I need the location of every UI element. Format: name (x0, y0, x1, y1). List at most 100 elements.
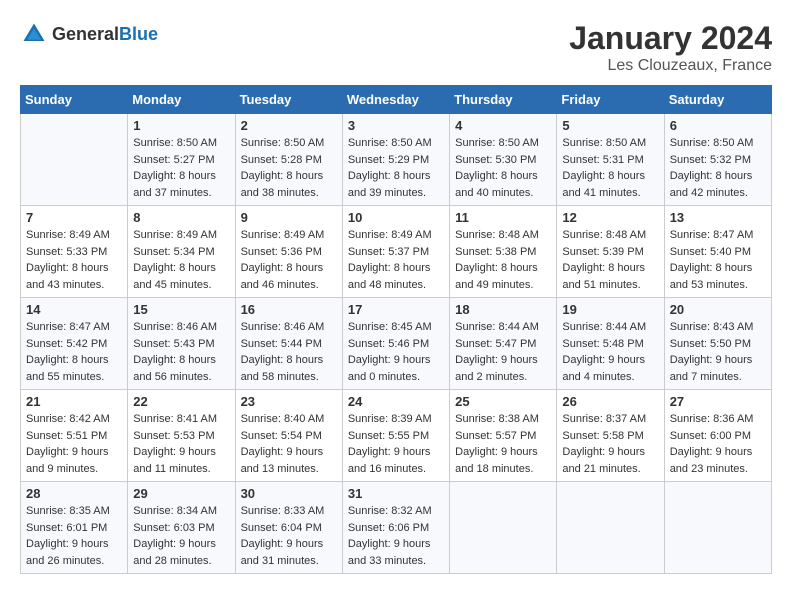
day-number: 10 (348, 210, 444, 225)
sunset-text: Sunset: 5:51 PM (26, 428, 122, 445)
day-info: Sunrise: 8:38 AMSunset: 5:57 PMDaylight:… (455, 411, 551, 477)
calendar-cell: 5 Sunrise: 8:50 AMSunset: 5:31 PMDaylight… (557, 114, 664, 206)
calendar-cell: 25Sunrise: 8:38 AMSunset: 5:57 PMDayligh… (450, 390, 557, 482)
day-number: 2 (241, 118, 337, 133)
day-number: 15 (133, 302, 229, 317)
sunrise-text: Sunrise: 8:36 AM (670, 411, 766, 428)
day-number: 7 (26, 210, 122, 225)
day-info: Sunrise: 8:50 AMSunset: 5:31 PMDaylight:… (562, 135, 658, 201)
calendar-cell: 11Sunrise: 8:48 AMSunset: 5:38 PMDayligh… (450, 206, 557, 298)
calendar-cell: 14Sunrise: 8:47 AMSunset: 5:42 PMDayligh… (21, 298, 128, 390)
daylight-text: Daylight: 9 hours and 28 minutes. (133, 536, 229, 569)
day-number: 1 (133, 118, 229, 133)
day-info: Sunrise: 8:48 AMSunset: 5:39 PMDaylight:… (562, 227, 658, 293)
sunrise-text: Sunrise: 8:34 AM (133, 503, 229, 520)
sunset-text: Sunset: 5:48 PM (562, 336, 658, 353)
sunrise-text: Sunrise: 8:50 AM (348, 135, 444, 152)
day-number: 6 (670, 118, 766, 133)
sunrise-text: Sunrise: 8:38 AM (455, 411, 551, 428)
sunrise-text: Sunrise: 8:35 AM (26, 503, 122, 520)
sunrise-text: Sunrise: 8:33 AM (241, 503, 337, 520)
sunset-text: Sunset: 6:06 PM (348, 520, 444, 537)
sunrise-text: Sunrise: 8:39 AM (348, 411, 444, 428)
header-saturday: Saturday (664, 86, 771, 114)
logo: GeneralBlue (20, 20, 158, 48)
calendar-cell (664, 482, 771, 574)
sunrise-text: Sunrise: 8:49 AM (241, 227, 337, 244)
header-sunday: Sunday (21, 86, 128, 114)
calendar-cell: 13Sunrise: 8:47 AMSunset: 5:40 PMDayligh… (664, 206, 771, 298)
day-number: 22 (133, 394, 229, 409)
sunrise-text: Sunrise: 8:50 AM (241, 135, 337, 152)
daylight-text: Daylight: 8 hours and 41 minutes. (562, 168, 658, 201)
logo-blue: Blue (119, 24, 158, 44)
sunrise-text: Sunrise: 8:50 AM (455, 135, 551, 152)
sunset-text: Sunset: 5:38 PM (455, 244, 551, 261)
calendar-week-2: 7 Sunrise: 8:49 AMSunset: 5:33 PMDaylight… (21, 206, 772, 298)
day-info: Sunrise: 8:46 AMSunset: 5:44 PMDaylight:… (241, 319, 337, 385)
calendar-cell: 23Sunrise: 8:40 AMSunset: 5:54 PMDayligh… (235, 390, 342, 482)
day-number: 17 (348, 302, 444, 317)
sunrise-text: Sunrise: 8:47 AM (670, 227, 766, 244)
day-number: 21 (26, 394, 122, 409)
sunset-text: Sunset: 5:46 PM (348, 336, 444, 353)
header-friday: Friday (557, 86, 664, 114)
day-number: 12 (562, 210, 658, 225)
calendar-cell (450, 482, 557, 574)
sunrise-text: Sunrise: 8:32 AM (348, 503, 444, 520)
day-number: 18 (455, 302, 551, 317)
day-info: Sunrise: 8:49 AMSunset: 5:36 PMDaylight:… (241, 227, 337, 293)
day-number: 13 (670, 210, 766, 225)
logo-general: General (52, 24, 119, 44)
daylight-text: Daylight: 9 hours and 7 minutes. (670, 352, 766, 385)
day-number: 11 (455, 210, 551, 225)
logo-text: GeneralBlue (52, 24, 158, 45)
calendar-cell: 31Sunrise: 8:32 AMSunset: 6:06 PMDayligh… (342, 482, 449, 574)
calendar-cell: 7 Sunrise: 8:49 AMSunset: 5:33 PMDaylight… (21, 206, 128, 298)
sunset-text: Sunset: 5:28 PM (241, 152, 337, 169)
daylight-text: Daylight: 8 hours and 51 minutes. (562, 260, 658, 293)
day-info: Sunrise: 8:49 AMSunset: 5:34 PMDaylight:… (133, 227, 229, 293)
logo-icon (20, 20, 48, 48)
day-number: 27 (670, 394, 766, 409)
sunset-text: Sunset: 5:29 PM (348, 152, 444, 169)
calendar-cell: 26Sunrise: 8:37 AMSunset: 5:58 PMDayligh… (557, 390, 664, 482)
calendar-cell (557, 482, 664, 574)
calendar-cell: 27 Sunrise: 8:36 AMSunset: 6:00 PMDayligh… (664, 390, 771, 482)
day-number: 26 (562, 394, 658, 409)
page-header: GeneralBlue January 2024 Les Clouzeaux, … (20, 20, 772, 75)
sunrise-text: Sunrise: 8:48 AM (455, 227, 551, 244)
sunrise-text: Sunrise: 8:44 AM (562, 319, 658, 336)
day-number: 31 (348, 486, 444, 501)
sunrise-text: Sunrise: 8:45 AM (348, 319, 444, 336)
calendar-cell: 28Sunrise: 8:35 AMSunset: 6:01 PMDayligh… (21, 482, 128, 574)
day-info: Sunrise: 8:50 AMSunset: 5:32 PMDaylight:… (670, 135, 766, 201)
day-number: 16 (241, 302, 337, 317)
calendar-cell: 6 Sunrise: 8:50 AMSunset: 5:32 PMDaylight… (664, 114, 771, 206)
sunrise-text: Sunrise: 8:44 AM (455, 319, 551, 336)
calendar-cell: 8Sunrise: 8:49 AMSunset: 5:34 PMDaylight… (128, 206, 235, 298)
day-info: Sunrise: 8:49 AMSunset: 5:37 PMDaylight:… (348, 227, 444, 293)
sunset-text: Sunset: 5:42 PM (26, 336, 122, 353)
day-info: Sunrise: 8:43 AMSunset: 5:50 PMDaylight:… (670, 319, 766, 385)
day-info: Sunrise: 8:33 AMSunset: 6:04 PMDaylight:… (241, 503, 337, 569)
day-info: Sunrise: 8:49 AMSunset: 5:33 PMDaylight:… (26, 227, 122, 293)
daylight-text: Daylight: 9 hours and 4 minutes. (562, 352, 658, 385)
day-info: Sunrise: 8:44 AMSunset: 5:47 PMDaylight:… (455, 319, 551, 385)
day-number: 5 (562, 118, 658, 133)
sunset-text: Sunset: 5:27 PM (133, 152, 229, 169)
day-number: 3 (348, 118, 444, 133)
calendar-table: Sunday Monday Tuesday Wednesday Thursday… (20, 85, 772, 574)
calendar-cell: 1Sunrise: 8:50 AMSunset: 5:27 PMDaylight… (128, 114, 235, 206)
sunrise-text: Sunrise: 8:43 AM (670, 319, 766, 336)
day-info: Sunrise: 8:36 AMSunset: 6:00 PMDaylight:… (670, 411, 766, 477)
daylight-text: Daylight: 8 hours and 56 minutes. (133, 352, 229, 385)
calendar-cell: 15Sunrise: 8:46 AMSunset: 5:43 PMDayligh… (128, 298, 235, 390)
sunset-text: Sunset: 5:54 PM (241, 428, 337, 445)
calendar-cell: 16 Sunrise: 8:46 AMSunset: 5:44 PMDayligh… (235, 298, 342, 390)
calendar-week-3: 14Sunrise: 8:47 AMSunset: 5:42 PMDayligh… (21, 298, 772, 390)
header-wednesday: Wednesday (342, 86, 449, 114)
sunset-text: Sunset: 5:36 PM (241, 244, 337, 261)
daylight-text: Daylight: 9 hours and 0 minutes. (348, 352, 444, 385)
sunrise-text: Sunrise: 8:50 AM (562, 135, 658, 152)
